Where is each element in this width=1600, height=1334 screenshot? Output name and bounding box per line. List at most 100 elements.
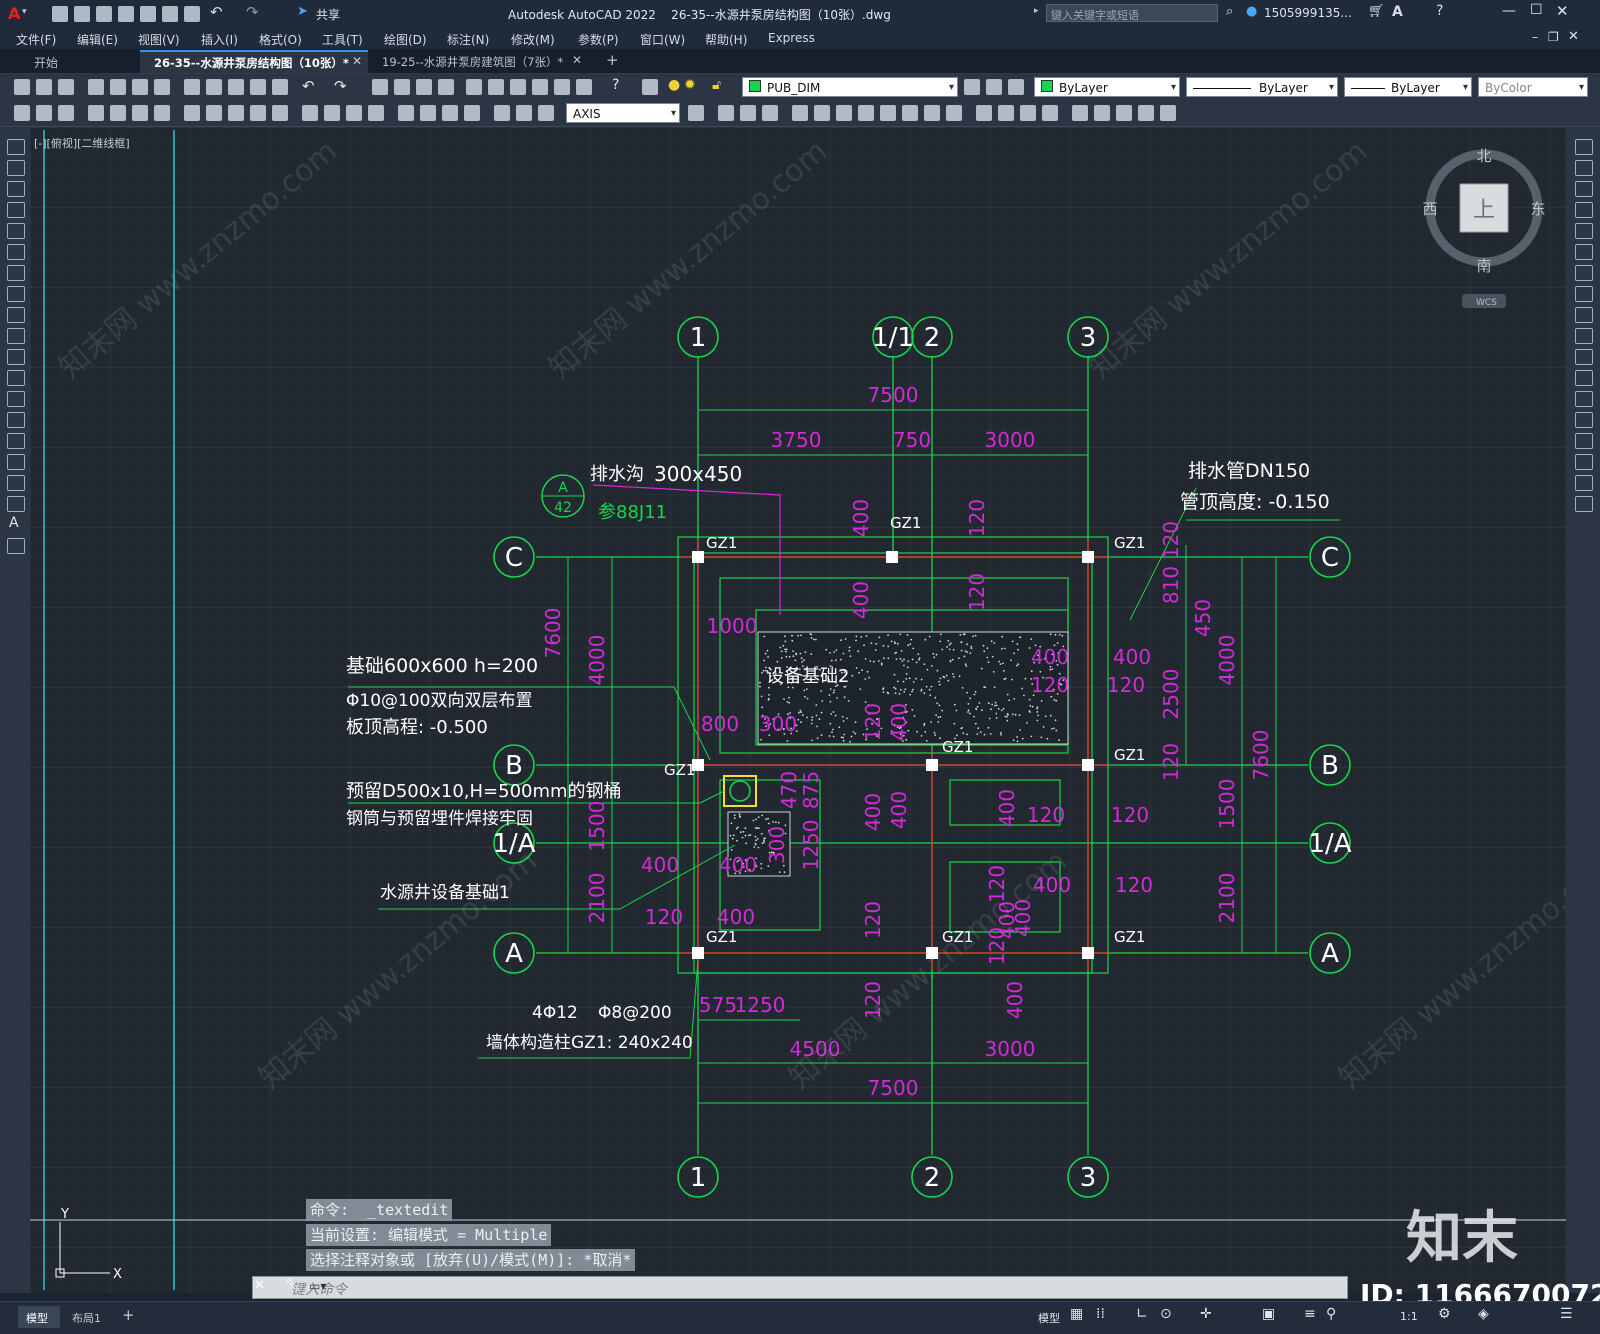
otrack-toggle-icon[interactable]: ▣ bbox=[1262, 1306, 1275, 1322]
menu-modify[interactable]: 修改(M) bbox=[511, 31, 555, 48]
share-drawing-icon[interactable] bbox=[162, 6, 178, 22]
express-tool17-icon[interactable] bbox=[1160, 105, 1176, 121]
add-selected-icon[interactable] bbox=[7, 538, 25, 554]
revcloud-icon[interactable] bbox=[7, 286, 25, 302]
inspection-icon[interactable] bbox=[368, 105, 384, 121]
express-tool7-icon[interactable] bbox=[924, 105, 940, 121]
user-icon[interactable]: ● bbox=[1246, 4, 1257, 19]
dim-jogged-icon[interactable] bbox=[132, 105, 148, 121]
app-menu-chevron-icon[interactable]: ▾ bbox=[22, 7, 27, 17]
express-tool15-icon[interactable] bbox=[1116, 105, 1132, 121]
plotstyle-dropdown[interactable]: ByColor ▾ bbox=[1478, 77, 1588, 97]
break-icon[interactable] bbox=[1575, 391, 1593, 407]
web-save-icon[interactable] bbox=[140, 6, 156, 22]
chamfer-icon[interactable] bbox=[1575, 433, 1593, 449]
rotate-icon[interactable] bbox=[1575, 265, 1593, 281]
trim-icon[interactable] bbox=[1575, 328, 1593, 344]
dim-radius-icon[interactable] bbox=[110, 105, 126, 121]
layer-on-bulb-icon[interactable]: ● bbox=[668, 77, 680, 93]
help-icon[interactable]: ? bbox=[1436, 3, 1443, 19]
workspace-gear-icon[interactable]: ⚙ bbox=[1438, 1306, 1451, 1322]
quickcalc-icon[interactable] bbox=[576, 79, 592, 95]
express-tool14-icon[interactable] bbox=[1094, 105, 1110, 121]
jogged-linear-icon[interactable] bbox=[398, 105, 414, 121]
menu-view[interactable]: 视图(V) bbox=[138, 31, 180, 48]
stretch-icon[interactable] bbox=[1575, 307, 1593, 323]
open-icon[interactable] bbox=[36, 79, 52, 95]
annotation-scale[interactable]: 1:1 bbox=[1400, 1310, 1418, 1323]
dim-ordinate-icon[interactable] bbox=[88, 105, 104, 121]
dim-style-icon[interactable] bbox=[494, 105, 510, 121]
hatch-icon[interactable] bbox=[7, 433, 25, 449]
sheet-set-icon[interactable] bbox=[532, 79, 548, 95]
pan-icon[interactable] bbox=[372, 79, 388, 95]
new-file-icon[interactable] bbox=[52, 6, 68, 22]
spline-icon[interactable] bbox=[7, 307, 25, 323]
print-preview-icon[interactable] bbox=[110, 79, 126, 95]
layer-unlock-icon[interactable]: 🔓︎ bbox=[712, 77, 721, 93]
lineweight-toggle-icon[interactable]: ≡ bbox=[1304, 1306, 1316, 1322]
rectangle-icon[interactable] bbox=[7, 223, 25, 239]
text-style-dropdown[interactable]: AXIS ▾ bbox=[566, 103, 680, 123]
lineweight-dropdown[interactable]: ByLayer ▾ bbox=[1344, 77, 1472, 97]
match-properties-icon[interactable] bbox=[250, 79, 266, 95]
save-as-icon[interactable] bbox=[118, 6, 134, 22]
tool-palettes-icon[interactable] bbox=[510, 79, 526, 95]
markup-icon[interactable] bbox=[554, 79, 570, 95]
properties-icon[interactable] bbox=[466, 79, 482, 95]
menu-insert[interactable]: 插入(I) bbox=[201, 31, 238, 48]
construction-line-icon[interactable] bbox=[7, 160, 25, 176]
search-icon[interactable]: ⌕ bbox=[1226, 4, 1233, 19]
express-tool16-icon[interactable] bbox=[1138, 105, 1154, 121]
line-tool-icon[interactable] bbox=[7, 139, 25, 155]
redo-icon[interactable]: ↷ bbox=[334, 77, 347, 95]
menu-parametric[interactable]: 参数(P) bbox=[578, 31, 619, 48]
copy-icon[interactable] bbox=[206, 79, 222, 95]
tab-architecture-drawing[interactable]: 19-25--水源井泵房建筑图（7张）* ✕ bbox=[372, 51, 592, 71]
design-center-icon[interactable] bbox=[488, 79, 504, 95]
dim-baseline-icon[interactable] bbox=[228, 105, 244, 121]
erase-icon[interactable] bbox=[1575, 139, 1593, 155]
move-icon[interactable] bbox=[1575, 244, 1593, 260]
drawing-svg[interactable]: 1 1/1 2 31 2 3C CB B1/A 1/AA A 75003750 750 3000575… bbox=[30, 127, 1566, 1293]
paste-icon[interactable] bbox=[228, 79, 244, 95]
dim-break-icon[interactable] bbox=[302, 105, 318, 121]
insert-block-icon[interactable] bbox=[7, 370, 25, 386]
express-tool12-icon[interactable] bbox=[1042, 105, 1058, 121]
menu-file[interactable]: 文件(F) bbox=[16, 31, 56, 48]
model-space-button[interactable]: 模型 bbox=[1038, 1310, 1060, 1326]
tab-model[interactable]: 模型 bbox=[18, 1306, 60, 1328]
layer-properties-icon[interactable] bbox=[642, 79, 658, 95]
zoom-realtime-icon[interactable] bbox=[394, 79, 410, 95]
new-tab-plus-icon[interactable]: + bbox=[606, 51, 619, 69]
group-icon[interactable] bbox=[718, 105, 734, 121]
autodesk-a360-icon[interactable]: A bbox=[1392, 4, 1403, 20]
redo-icon[interactable]: ↷ bbox=[246, 3, 259, 21]
express-tool13-icon[interactable] bbox=[1072, 105, 1088, 121]
ungroup-icon[interactable] bbox=[740, 105, 756, 121]
copy-object-icon[interactable] bbox=[1575, 160, 1593, 176]
zoom-window-icon[interactable] bbox=[416, 79, 432, 95]
layer-previous-icon[interactable] bbox=[986, 79, 1002, 95]
zoom-previous-icon[interactable] bbox=[438, 79, 454, 95]
cut-icon[interactable] bbox=[184, 79, 200, 95]
join-icon[interactable] bbox=[1575, 412, 1593, 428]
tab-layout1[interactable]: 布局1 bbox=[72, 1310, 101, 1326]
express-tool6-icon[interactable] bbox=[902, 105, 918, 121]
block-editor-icon[interactable] bbox=[272, 79, 288, 95]
mtext-icon[interactable]: A bbox=[9, 515, 19, 531]
close-window-icon[interactable]: ✕ bbox=[1556, 2, 1569, 20]
explode-icon[interactable] bbox=[1575, 496, 1593, 512]
user-name[interactable]: 1505999135... bbox=[1264, 6, 1352, 20]
layer-state-icon[interactable] bbox=[1008, 79, 1024, 95]
group-edit-icon[interactable] bbox=[762, 105, 778, 121]
center-mark-icon[interactable] bbox=[346, 105, 362, 121]
table-icon[interactable] bbox=[7, 496, 25, 512]
menu-edit[interactable]: 编辑(E) bbox=[77, 31, 118, 48]
point-icon[interactable] bbox=[7, 412, 25, 428]
menu-draw[interactable]: 绘图(D) bbox=[384, 31, 427, 48]
ellipse-arc-icon[interactable] bbox=[7, 349, 25, 365]
color-dropdown[interactable]: ByLayer ▾ bbox=[1034, 77, 1180, 97]
share-label[interactable]: 共享 bbox=[316, 6, 340, 23]
grid-toggle-icon[interactable]: ▦ bbox=[1070, 1306, 1083, 1322]
